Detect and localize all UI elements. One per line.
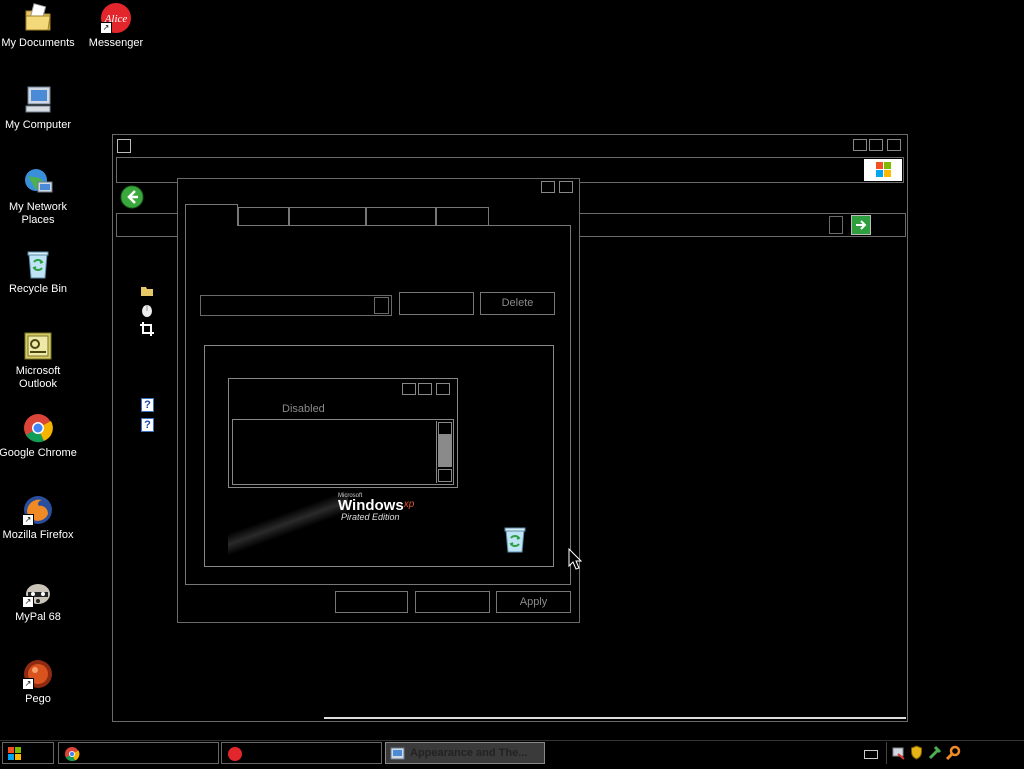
shortcut-arrow-icon: ↗: [22, 678, 34, 690]
desktop-icon-label: Google Chrome: [0, 447, 77, 459]
desktop-icon-my-documents[interactable]: My Documents: [0, 2, 78, 50]
theme-select-dropdown-button[interactable]: [374, 297, 389, 314]
shortcut-arrow-icon: ↗: [100, 22, 112, 34]
delete-button-label: Delete: [501, 297, 534, 309]
scroll-down-arrow: [438, 469, 452, 482]
tab-panel-top-border: [238, 225, 571, 226]
desktop-icon-label: MyPal 68: [15, 611, 61, 623]
messenger-icon: Alice ↗: [100, 2, 132, 34]
desktop-icon-label: My Network Places: [8, 201, 68, 226]
preview-recycle-bin-icon: [500, 524, 530, 554]
desktop-icon-label: Pego: [25, 693, 51, 705]
apply-button-label: Apply: [519, 596, 548, 608]
tab-screen-saver[interactable]: [289, 207, 366, 225]
tab-settings[interactable]: [436, 207, 489, 225]
desktop-icon-mozilla-firefox[interactable]: ↗ Mozilla Firefox: [0, 494, 78, 542]
security-shield-icon[interactable]: [910, 745, 923, 760]
back-arrow-icon[interactable]: [120, 185, 144, 209]
control-panel-window-icon: [117, 139, 131, 153]
control-panel-icon: [390, 747, 405, 760]
cancel-button[interactable]: [415, 591, 490, 613]
help-icon[interactable]: ?: [141, 418, 154, 432]
safely-remove-hardware-icon[interactable]: [928, 745, 942, 760]
close-dialog-button[interactable]: [559, 181, 573, 193]
preview-scrollbar: [436, 421, 452, 483]
shortcut-arrow-icon: ↗: [22, 514, 34, 526]
close-button[interactable]: [887, 139, 901, 151]
delete-button[interactable]: Delete: [480, 292, 555, 315]
folder-documents-icon: [22, 2, 54, 34]
tab-desktop[interactable]: [238, 207, 289, 225]
desktop-icon-label: Messenger: [88, 37, 144, 49]
desktop-icon-label: Microsoft Outlook: [15, 365, 61, 390]
taskbar-item-messenger[interactable]: [221, 742, 382, 764]
logo-edition: Pirated Edition: [341, 512, 400, 522]
address-dropdown-button[interactable]: [829, 216, 843, 234]
preview-maximize-button: [418, 383, 432, 395]
search-icon[interactable]: [945, 745, 961, 761]
desktop-icon-recycle-bin[interactable]: Recycle Bin: [0, 248, 78, 296]
desktop-icon-label: Mozilla Firefox: [2, 529, 74, 541]
apply-button[interactable]: Apply: [496, 591, 571, 613]
folder-icon[interactable]: [140, 285, 154, 297]
desktop-icon-my-computer[interactable]: My Computer: [0, 84, 78, 132]
scroll-up-arrow: [438, 422, 452, 435]
ok-button[interactable]: [335, 591, 408, 613]
help-title-button[interactable]: [541, 181, 555, 193]
preview-minimize-button: [402, 383, 416, 395]
preview-text-area: [232, 419, 454, 485]
desktop-icon-messenger[interactable]: Alice ↗ Messenger: [76, 2, 156, 50]
desktop-icon-mypal-68[interactable]: ↗ MyPal 68: [0, 576, 78, 624]
desktop-icon-label: My Documents: [1, 37, 75, 49]
chrome-icon: [22, 412, 54, 444]
pego-icon: ↗: [22, 658, 54, 690]
go-button[interactable]: [851, 215, 871, 235]
shortcut-arrow-icon: ↗: [22, 596, 34, 608]
desktop-icon-microsoft-outlook[interactable]: Microsoft Outlook: [0, 330, 78, 391]
minimize-button[interactable]: [853, 139, 867, 151]
tab-themes[interactable]: [185, 204, 238, 226]
network-tray-icon[interactable]: [892, 746, 906, 760]
preview-light-streak: [228, 488, 348, 558]
desktop-icon-label: My Computer: [4, 119, 72, 131]
maximize-button[interactable]: [869, 139, 883, 151]
messenger-icon: [228, 747, 242, 761]
firefox-icon: ↗: [22, 494, 54, 526]
help-icon[interactable]: ?: [141, 398, 154, 412]
computer-icon: [22, 84, 54, 116]
desktop-icon-my-network-places[interactable]: My Network Places: [0, 166, 78, 227]
taskbar-item-label: Appearance and The...: [410, 747, 528, 759]
raccoon-icon: ↗: [22, 576, 54, 608]
recycle-bin-icon: [22, 248, 54, 280]
theme-select[interactable]: [200, 295, 392, 316]
save-as-button[interactable]: [399, 292, 474, 315]
keyboard-icon[interactable]: [864, 750, 878, 759]
outlook-icon: [22, 330, 54, 362]
window-bottom-line: [324, 717, 906, 719]
taskbar-item-chrome[interactable]: [58, 742, 219, 764]
chrome-icon: [65, 747, 80, 762]
preview-disabled-text: Disabled: [282, 403, 325, 415]
scroll-thumb: [438, 435, 452, 467]
mouse-icon[interactable]: [141, 303, 153, 317]
tab-appearance[interactable]: [366, 207, 436, 225]
network-globe-icon: [22, 166, 54, 198]
preview-close-button: [436, 383, 450, 395]
desktop-icon-pego[interactable]: ↗ Pego: [0, 658, 78, 706]
taskbar-item-appearance-and-themes[interactable]: Appearance and The...: [385, 742, 545, 764]
crop-icon[interactable]: [140, 322, 154, 336]
start-button[interactable]: [2, 742, 54, 764]
desktop-icon-label: Recycle Bin: [8, 283, 68, 295]
windows-start-icon: [8, 747, 21, 760]
windows-flag-icon: [864, 159, 902, 181]
logo-xp: xp: [403, 499, 415, 510]
desktop-icon-google-chrome[interactable]: Google Chrome: [0, 412, 78, 460]
windows-xp-logo: Microsoft Windowsxp Pirated Edition: [338, 493, 438, 523]
mouse-cursor-icon: [568, 547, 583, 570]
